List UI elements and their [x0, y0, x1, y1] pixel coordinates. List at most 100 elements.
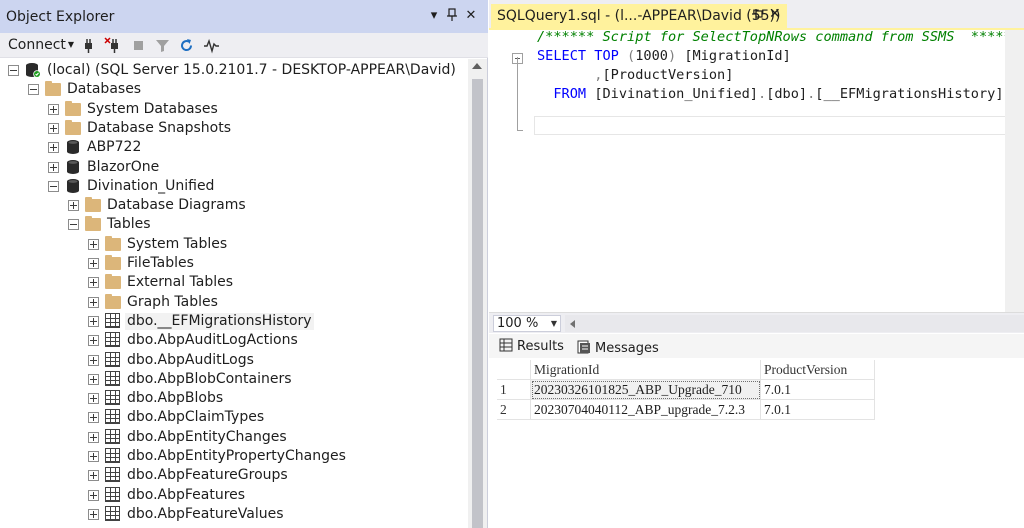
pin-tab-icon[interactable] [751, 8, 763, 23]
expand-plus-icon[interactable] [48, 122, 59, 134]
window-position-dropdown-icon[interactable]: ▾ [426, 8, 442, 24]
expand-plus-icon[interactable] [48, 103, 59, 115]
tree-item-label: Tables [107, 216, 151, 233]
tree-item-label: External Tables [127, 274, 234, 291]
connect-label: Connect [8, 37, 66, 53]
results-grid[interactable]: MigrationId ProductVersion 1 20230326101825… [497, 360, 1024, 528]
expand-plus-icon[interactable] [88, 451, 99, 462]
refresh-icon[interactable] [178, 37, 195, 54]
column-header[interactable]: ProductVersion [761, 360, 875, 380]
table-icon [105, 409, 120, 425]
expand-plus-icon[interactable] [88, 335, 99, 347]
auto-hide-pin-icon[interactable] [444, 8, 460, 24]
scroll-up-icon[interactable] [472, 63, 482, 69]
collapse-minus-icon[interactable] [68, 219, 79, 231]
collapse-minus-icon[interactable] [8, 65, 19, 76]
tree-item[interactable]: External Tables [0, 273, 468, 292]
object-explorer-scrollbar[interactable] [468, 59, 487, 528]
horizontal-scrollbar[interactable] [565, 315, 1024, 332]
tree-item[interactable]: Graph Tables [0, 293, 468, 312]
column-productversion: [ProductVersion] [602, 67, 734, 83]
tree-item[interactable]: dbo.AbpFeatureGroups [0, 466, 468, 485]
expand-plus-icon[interactable] [88, 489, 99, 501]
close-panel-icon[interactable]: ✕ [463, 8, 479, 24]
object-explorer-title-bar: Object Explorer ▾ ✕ [0, 0, 488, 33]
tree-item[interactable]: Databases [0, 80, 468, 99]
disconnect-icon[interactable] [104, 37, 121, 54]
tree-item[interactable]: FileTables [0, 254, 468, 273]
tree-item[interactable]: dbo.AbpFeatureValues [0, 505, 468, 524]
expand-plus-icon[interactable] [88, 470, 99, 482]
tree-item[interactable]: dbo.AbpEntityChanges [0, 428, 468, 447]
grid-cell[interactable]: 20230326101825_ABP_Upgrade_710 [531, 380, 761, 400]
tree-item[interactable]: BlazorOne [0, 158, 468, 177]
expand-plus-icon[interactable] [68, 200, 79, 212]
tree-item-label: FileTables [127, 255, 194, 271]
tree-item[interactable]: Tables [0, 215, 468, 234]
collapse-minus-icon[interactable] [28, 84, 39, 96]
expand-plus-icon[interactable] [88, 315, 99, 327]
scroll-left-icon[interactable] [569, 320, 575, 328]
expand-plus-icon[interactable] [88, 373, 99, 385]
tab-results[interactable]: Results [499, 338, 564, 354]
folder-icon [65, 100, 81, 116]
grid-cell[interactable]: 7.0.1 [761, 400, 875, 420]
tree-item[interactable]: dbo.AbpAuditLogActions [0, 331, 468, 350]
chevron-down-icon: ▼ [67, 40, 75, 49]
tree-item[interactable]: dbo.AbpEntityPropertyChanges [0, 447, 468, 466]
tree-item[interactable]: dbo.AbpBlobContainers [0, 370, 468, 389]
tree-item[interactable]: dbo.__EFMigrationsHistory [0, 312, 468, 331]
expand-plus-icon[interactable] [48, 142, 59, 154]
tree-item[interactable]: Database Diagrams [0, 196, 468, 215]
folder-icon [105, 293, 121, 309]
editor-scrollbar[interactable] [1005, 30, 1024, 312]
tree-item[interactable]: dbo.AbpAuditLogs [0, 351, 468, 370]
filter-icon[interactable] [154, 37, 171, 54]
tree-item[interactable]: dbo.AbpBlobs [0, 389, 468, 408]
tree-item[interactable]: (local) (SQL Server 15.0.2101.7 - DESKTO… [0, 61, 468, 80]
tree-item[interactable]: System Tables [0, 235, 468, 254]
tree-item[interactable]: Database Snapshots [0, 119, 468, 138]
expand-plus-icon[interactable] [88, 258, 99, 269]
activity-monitor-icon[interactable] [203, 37, 220, 54]
query-tab[interactable]: SQLQuery1.sql - (l...-APPEAR\David (55))… [491, 4, 787, 28]
tab-messages[interactable]: Messages [577, 340, 659, 356]
tree-item[interactable]: Divination_Unified [0, 177, 468, 196]
expand-plus-icon[interactable] [88, 412, 99, 424]
connect-plug-icon[interactable] [80, 37, 97, 54]
expand-plus-icon[interactable] [48, 161, 59, 173]
sql-editor[interactable]: /****** Script for SelectTopNRows comman… [489, 29, 1024, 312]
keyword-top: TOP [594, 48, 619, 64]
zoom-select[interactable]: 100 % ▼ [493, 315, 561, 332]
stop-icon[interactable] [130, 37, 147, 54]
collapse-minus-icon[interactable] [48, 180, 59, 192]
chevron-down-icon: ▼ [550, 319, 557, 328]
tree-item[interactable]: System Databases [0, 100, 468, 119]
tab-messages-label: Messages [595, 341, 659, 356]
close-tab-icon[interactable]: ✕ [769, 6, 781, 22]
tree-item[interactable]: dbo.AbpClaimTypes [0, 408, 468, 427]
row-number[interactable]: 2 [497, 400, 531, 420]
grid-corner[interactable] [497, 360, 531, 380]
scrollbar-thumb[interactable] [472, 79, 483, 528]
table-icon [105, 428, 120, 444]
grid-cell[interactable]: 20230704040112_ABP_upgrade_7.2.3 [531, 400, 761, 420]
column-header[interactable]: MigrationId [531, 360, 761, 380]
expand-plus-icon[interactable] [88, 393, 99, 405]
expand-plus-icon[interactable] [88, 277, 99, 289]
outline-guide [517, 57, 518, 131]
messages-icon [577, 340, 591, 354]
tree-item-label: dbo.AbpAuditLogs [127, 351, 254, 368]
expand-plus-icon[interactable] [88, 431, 99, 443]
grid-cell[interactable]: 7.0.1 [761, 380, 875, 400]
tree-item-label: (local) (SQL Server 15.0.2101.7 - DESKTO… [47, 62, 456, 78]
row-number[interactable]: 1 [497, 380, 531, 400]
tree-item[interactable]: dbo.AbpFeatures [0, 486, 468, 505]
expand-plus-icon[interactable] [88, 296, 99, 308]
expand-plus-icon[interactable] [88, 238, 99, 250]
expand-plus-icon[interactable] [88, 354, 99, 366]
tree-item-label: dbo.AbpAuditLogActions [127, 332, 298, 349]
tree-item[interactable]: ABP722 [0, 138, 468, 157]
expand-plus-icon[interactable] [88, 508, 99, 520]
connect-button[interactable]: Connect ▼ [8, 37, 74, 53]
